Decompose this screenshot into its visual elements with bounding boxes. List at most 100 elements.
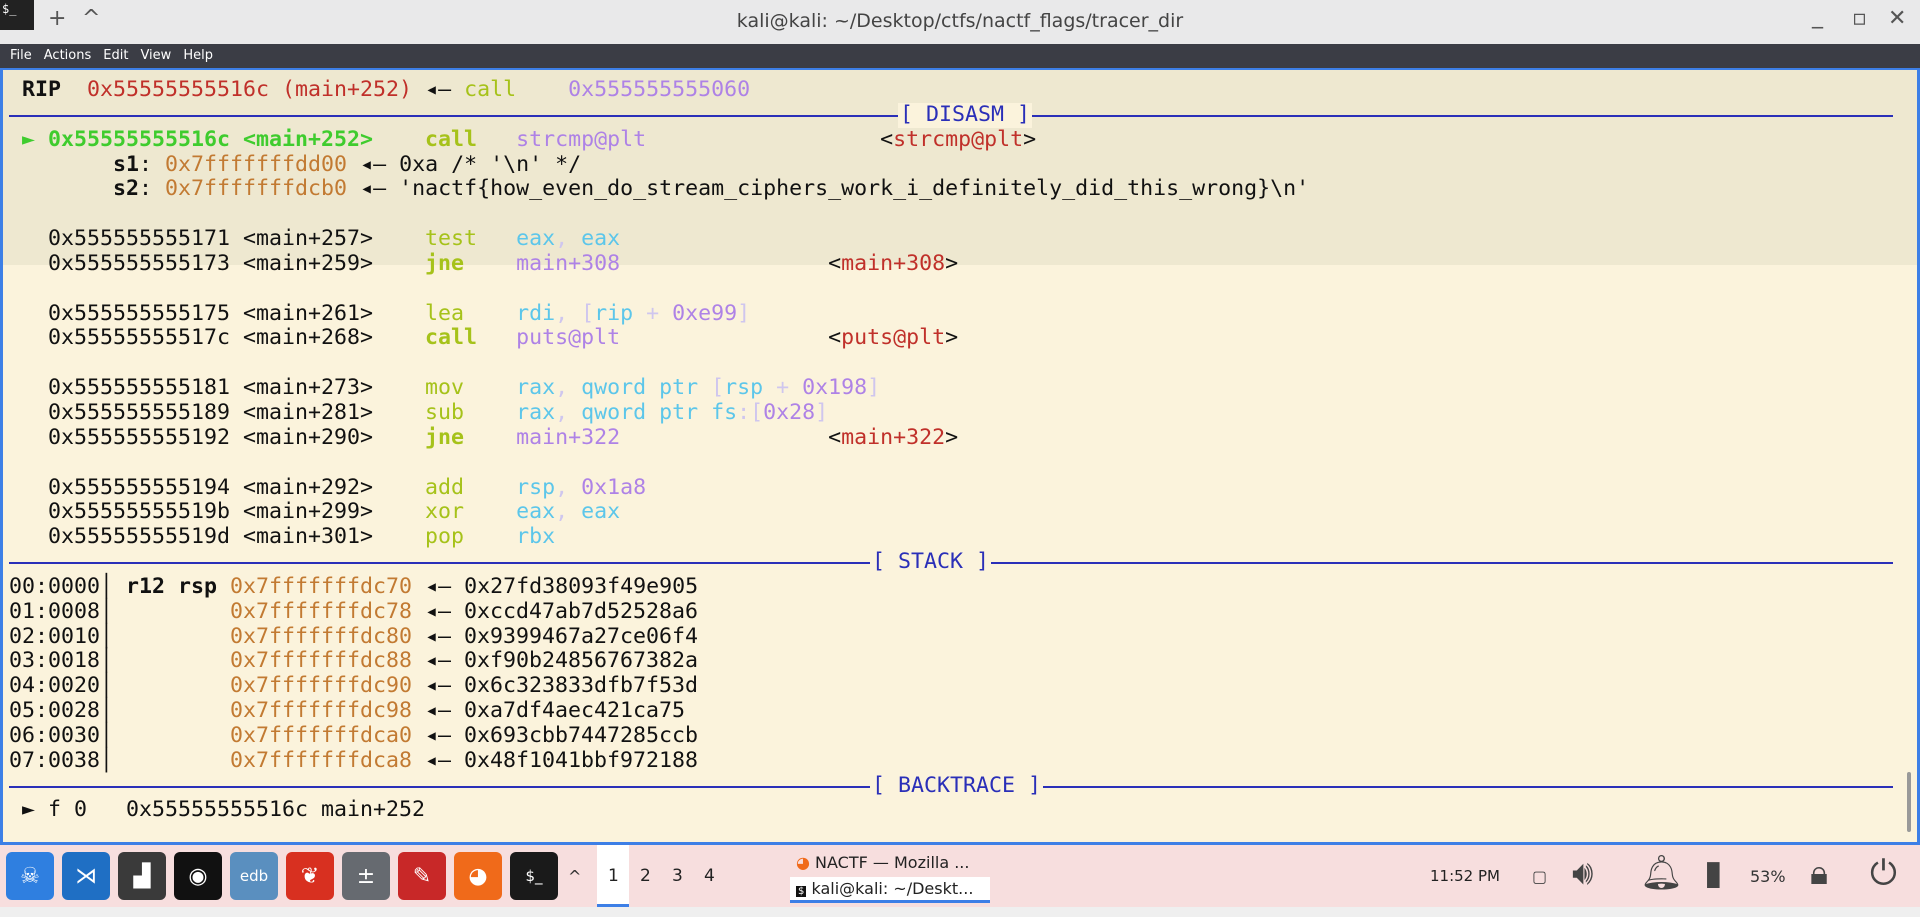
- text-segment: qword ptr fs: [581, 399, 738, 425]
- text-segment: 0x7fffffffdc88: [230, 648, 413, 674]
- text-segment: [: [698, 375, 725, 401]
- text-segment: eax: [516, 226, 556, 252]
- kali-menu-icon[interactable]: ☠: [6, 852, 54, 900]
- text-segment: sub: [425, 399, 465, 425]
- lock-icon[interactable]: 🔒︎: [1810, 853, 1828, 893]
- text-segment: +: [633, 300, 673, 326]
- output-line: 0x555555555194 <main+292> add rsp, 0x1a8: [9, 474, 1309, 501]
- output-line: 0x55555555517c <main+268> call puts@plt …: [9, 326, 1309, 351]
- text-editor-icon[interactable]: ✎: [398, 852, 446, 900]
- text-segment: rax: [516, 375, 556, 401]
- text-segment: 0x7fffffffdca8: [230, 747, 413, 773]
- task-label: NACTF — Mozilla ...: [815, 853, 970, 872]
- text-segment: rip: [594, 300, 634, 326]
- text-segment: 0x55555555516c: [87, 77, 270, 102]
- output-line: RIP 0x55555555516c (main+252) ◂— call 0x…: [9, 77, 1309, 103]
- text-segment: ► f 0 0x55555555516c main+252: [9, 797, 426, 823]
- workspace-3[interactable]: 3: [661, 845, 693, 907]
- workspace-switcher: 1 2 3 4: [597, 845, 725, 907]
- burp-icon[interactable]: ❦: [286, 852, 334, 900]
- text-segment: <: [620, 250, 842, 276]
- text-segment: strcmp@plt: [516, 126, 647, 152]
- text-segment: ◂— 0xf90b24856767382a: [412, 648, 699, 674]
- clock[interactable]: 11:52 PM: [1430, 867, 1500, 885]
- battery-icon[interactable]: ▮: [1704, 853, 1723, 893]
- text-segment: 04:0020│: [9, 673, 231, 699]
- close-button[interactable]: ✕: [1888, 6, 1906, 31]
- menu-actions[interactable]: Actions: [44, 48, 92, 64]
- menu-view[interactable]: View: [140, 48, 171, 64]
- text-segment: 00:0000│: [9, 573, 127, 599]
- text-segment: rax: [516, 399, 556, 425]
- text-segment: [464, 375, 516, 400]
- calculator-icon[interactable]: ±: [342, 852, 390, 900]
- output-line: 01:0008│ 0x7fffffffdc78 ◂— 0xccd47ab7d52…: [9, 599, 1309, 625]
- terminal-icon[interactable]: $_: [510, 852, 558, 900]
- maximize-button[interactable]: ▫: [1852, 6, 1867, 31]
- output-line: 04:0020│ 0x7fffffffdc90 ◂— 0x6c323833dfb…: [9, 673, 1309, 699]
- text-segment: >: [945, 325, 959, 351]
- text-segment: 0x555555555194 <main+292>: [9, 474, 426, 500]
- terminal-icon: $: [796, 886, 807, 897]
- edb-icon[interactable]: edb: [230, 852, 278, 900]
- logout-icon[interactable]: ⏻: [1870, 853, 1897, 893]
- text-segment: 0x7fffffffdcb0: [165, 176, 348, 202]
- text-segment: ,: [555, 375, 582, 401]
- text-segment: eax: [581, 226, 621, 252]
- text-segment: 0x7fffffffdc90: [230, 673, 413, 699]
- menu-help[interactable]: Help: [183, 48, 213, 64]
- text-segment: 06:0030│: [9, 722, 231, 748]
- output-line: 0x555555555173 <main+259> jne main+308 <…: [9, 250, 1309, 277]
- text-segment: test: [425, 226, 478, 252]
- vscode-icon[interactable]: ⋊: [62, 852, 110, 900]
- text-segment: main+308: [841, 250, 946, 276]
- window-title: kali@kali: ~/Desktop/ctfs/nactf_flags/tr…: [736, 10, 1184, 32]
- workspace-2[interactable]: 2: [629, 845, 661, 907]
- text-segment: <: [620, 424, 842, 450]
- system-monitor-icon[interactable]: ▟: [118, 852, 166, 900]
- text-segment: RIP: [9, 77, 62, 102]
- text-segment: ,: [555, 474, 582, 500]
- text-segment: , [: [555, 300, 595, 326]
- scrollbar[interactable]: [1907, 772, 1911, 832]
- clipboard-icon[interactable]: ▢: [1532, 867, 1547, 886]
- volume-icon[interactable]: 🔊︎: [1572, 853, 1593, 893]
- text-segment: 0x7fffffffdd00: [165, 151, 348, 177]
- firefox-icon[interactable]: ◕: [454, 852, 502, 900]
- text-segment: rsp: [516, 474, 556, 500]
- section-title: [ DISASM ]: [898, 101, 1033, 128]
- task-terminal[interactable]: $ kali@kali: ~/Deskt...: [790, 877, 990, 903]
- ghidra-icon[interactable]: ◉: [174, 852, 222, 900]
- menu-file[interactable]: File: [10, 48, 32, 64]
- output-line: 03:0018│ 0x7fffffffdc88 ◂— 0xf90b2485676…: [9, 648, 1309, 674]
- text-segment: s2: [113, 176, 140, 202]
- section-header: [ STACK ]: [9, 549, 1893, 575]
- text-segment: ◂— 0x6c323833dfb7f53d: [412, 673, 699, 699]
- workspace-4[interactable]: 4: [693, 845, 725, 907]
- text-segment: puts@plt: [516, 325, 621, 351]
- output-line: 0x55555555519d <main+301> pop rbx: [9, 524, 1309, 550]
- text-segment: ]: [737, 300, 751, 326]
- terminal-output[interactable]: RIP 0x55555555516c (main+252) ◂— call 0x…: [0, 68, 1920, 845]
- text-segment: 0x55555555517c <main+268>: [9, 325, 426, 351]
- text-segment: mov: [425, 375, 465, 401]
- text-segment: 0x555555555175 <main+261>: [9, 300, 426, 326]
- menu-bar: File Actions Edit View Help: [0, 44, 1920, 68]
- task-firefox[interactable]: ◕ NACTF — Mozilla ...: [790, 851, 975, 874]
- text-segment: rsp: [724, 375, 764, 401]
- minimize-button[interactable]: _: [1812, 4, 1823, 29]
- text-segment: ◂— 0x9399467a27ce06f4: [412, 623, 699, 649]
- workspace-1[interactable]: 1: [597, 845, 630, 907]
- notifications-bell-icon[interactable]: 🔔︎: [1640, 853, 1683, 893]
- text-segment: 0x55555555519b <main+299>: [9, 499, 426, 525]
- text-segment: rdi: [516, 300, 556, 326]
- text-segment: jne: [425, 250, 465, 276]
- output-line: 0x555555555192 <main+290> jne main+322 <…: [9, 424, 1309, 451]
- expand-launchers-button[interactable]: ^: [568, 867, 581, 886]
- menu-edit[interactable]: Edit: [103, 48, 128, 64]
- title-bar: $_ + ^ kali@kali: ~/Desktop/ctfs/nactf_f…: [0, 0, 1920, 44]
- text-segment: call: [464, 77, 517, 102]
- task-label: kali@kali: ~/Deskt...: [811, 879, 974, 898]
- text-segment: >: [945, 250, 959, 276]
